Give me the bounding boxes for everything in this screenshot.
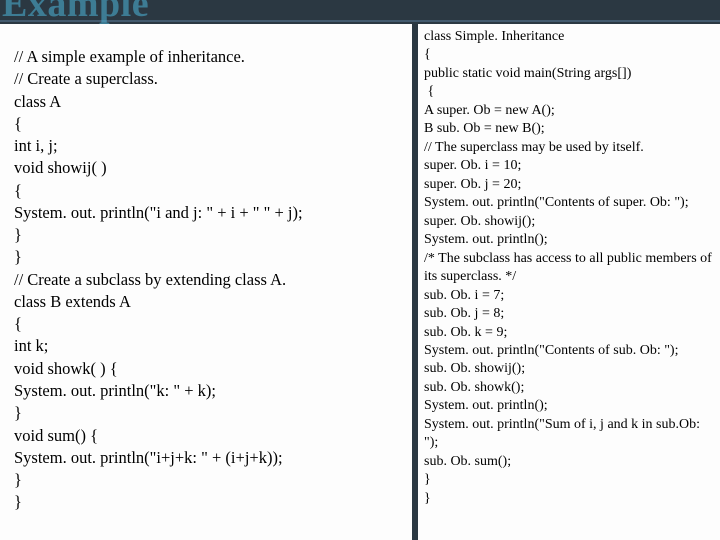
left-code-line: // Create a superclass. — [14, 68, 402, 90]
right-code-line: super. Ob. showij(); — [424, 213, 716, 231]
right-code-line: sub. Ob. k = 9; — [424, 324, 716, 342]
right-code-line: System. out. println("Contents of super.… — [424, 194, 716, 212]
right-code-line: its superclass. */ — [424, 268, 716, 286]
left-code-line: } — [14, 402, 402, 424]
left-code-panel: // A simple example of inheritance.// Cr… — [0, 24, 412, 540]
left-code-line: int i, j; — [14, 135, 402, 157]
right-code-line: System. out. println(); — [424, 397, 716, 415]
right-code-line: { — [424, 83, 716, 101]
left-code-line: System. out. println("k: " + k); — [14, 380, 402, 402]
left-code-line: void showk( ) { — [14, 358, 402, 380]
left-code-line: } — [14, 224, 402, 246]
right-code-line: sub. Ob. sum(); — [424, 453, 716, 471]
right-code-line: A super. Ob = new A(); — [424, 102, 716, 120]
left-code-line: } — [14, 246, 402, 268]
left-code-line: // Create a subclass by extending class … — [14, 269, 402, 291]
right-code-line: // The superclass may be used by itself. — [424, 139, 716, 157]
left-code-line: class B extends A — [14, 291, 402, 313]
right-code-panel: class Simple. Inheritance{public static … — [418, 24, 720, 540]
right-code-line: } — [424, 490, 716, 508]
right-code-line: sub. Ob. showk(); — [424, 379, 716, 397]
left-code-line: { — [14, 313, 402, 335]
left-code-line: } — [14, 491, 402, 513]
right-code-line: System. out. println("Contents of sub. O… — [424, 342, 716, 360]
left-code-line: void showij( ) — [14, 157, 402, 179]
right-code-line: } — [424, 471, 716, 489]
right-code-line: B sub. Ob = new B(); — [424, 120, 716, 138]
left-code-line: System. out. println("i and j: " + i + "… — [14, 202, 402, 224]
right-code-line: class Simple. Inheritance — [424, 28, 716, 46]
right-code-line: sub. Ob. i = 7; — [424, 287, 716, 305]
slide-title: Example — [2, 0, 149, 26]
left-code-line: } — [14, 469, 402, 491]
right-code-line: { — [424, 46, 716, 64]
left-code-line: { — [14, 113, 402, 135]
left-code-line: int k; — [14, 335, 402, 357]
left-code-line: { — [14, 180, 402, 202]
right-code-line: System. out. println("Sum of i, j and k … — [424, 416, 716, 453]
right-code-line: System. out. println(); — [424, 231, 716, 249]
right-code-line: super. Ob. j = 20; — [424, 176, 716, 194]
right-code-line: super. Ob. i = 10; — [424, 157, 716, 175]
right-code-line: /* The subclass has access to all public… — [424, 250, 716, 268]
right-code-line: public static void main(String args[]) — [424, 65, 716, 83]
left-code-line: class A — [14, 91, 402, 113]
left-code-line: // A simple example of inheritance. — [14, 46, 402, 68]
left-code-line: void sum() { — [14, 425, 402, 447]
left-code-line: System. out. println("i+j+k: " + (i+j+k)… — [14, 447, 402, 469]
right-code-line: sub. Ob. j = 8; — [424, 305, 716, 323]
right-code-line: sub. Ob. showij(); — [424, 360, 716, 378]
